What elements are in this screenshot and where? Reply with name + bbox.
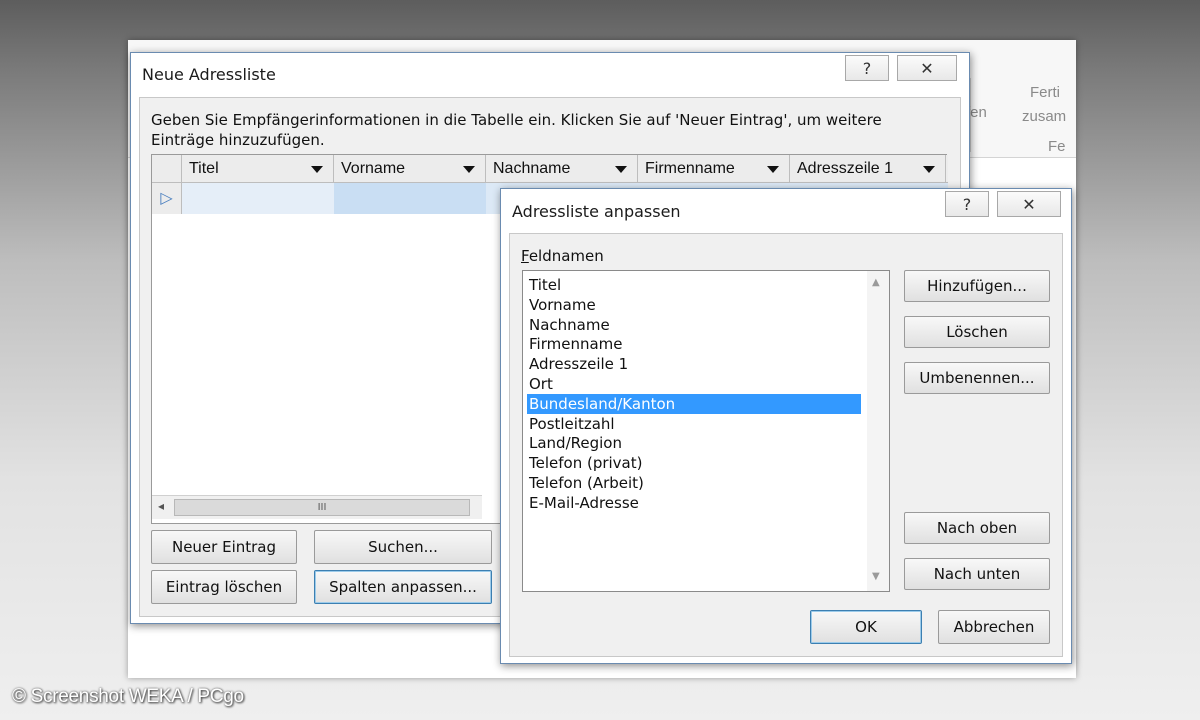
list-item[interactable]: Ort: [527, 374, 861, 394]
field-names-list[interactable]: Titel Vorname Nachname Firmenname Adresszeil…: [522, 270, 890, 592]
ribbon-fragment: zusam: [1022, 108, 1067, 125]
column-label: Titel: [189, 160, 219, 177]
list-item[interactable]: Land/Region: [527, 433, 861, 453]
column-label: Vorname: [341, 160, 406, 177]
dropdown-arrow-icon[interactable]: [311, 166, 323, 173]
add-field-button[interactable]: Hinzufügen...: [904, 270, 1050, 302]
column-header-titel[interactable]: Titel: [182, 155, 334, 183]
row-header-corner: [152, 155, 182, 183]
column-label: Firmenname: [645, 160, 735, 177]
list-item[interactable]: Nachname: [527, 315, 861, 335]
row-marker-icon[interactable]: ▷: [152, 183, 182, 214]
dropdown-arrow-icon[interactable]: [463, 166, 475, 173]
field-names-label: Feldnamen: [521, 247, 604, 265]
column-label: Nachname: [493, 160, 571, 177]
list-item[interactable]: Vorname: [527, 295, 861, 315]
column-header-adresszeile[interactable]: Adresszeile 1: [790, 155, 946, 183]
search-button[interactable]: Suchen...: [314, 530, 492, 564]
close-button[interactable]: ✕: [997, 191, 1061, 217]
ribbon-fragment: Ferti: [1030, 84, 1060, 101]
column-label: Adresszeile 1: [797, 160, 894, 177]
ribbon-fragment: Fe: [1048, 138, 1066, 155]
customize-columns-button[interactable]: Spalten anpassen...: [314, 570, 492, 604]
dialog-body: Feldnamen Titel Vorname Nachname Firmenname…: [509, 233, 1063, 657]
ok-button[interactable]: OK: [810, 610, 922, 644]
list-item[interactable]: Bundesland/Kanton: [527, 393, 861, 414]
column-header-vorname[interactable]: Vorname: [334, 155, 486, 183]
table-cell[interactable]: [334, 183, 486, 214]
scrollbar-thumb[interactable]: III: [174, 499, 470, 516]
move-up-button[interactable]: Nach oben: [904, 512, 1050, 544]
copyright-watermark: © Screenshot WEKA / PCgo: [12, 686, 244, 707]
column-header-firmenname[interactable]: Firmenname: [638, 155, 790, 183]
delete-entry-button[interactable]: Eintrag löschen: [151, 570, 297, 604]
list-item[interactable]: Postleitzahl: [527, 414, 861, 434]
close-button[interactable]: ✕: [897, 55, 957, 81]
customize-address-list-dialog: Adressliste anpassen ? ✕ Feldnamen Titel…: [500, 188, 1072, 664]
table-cell[interactable]: [182, 183, 334, 214]
new-entry-button[interactable]: Neuer Eintrag: [151, 530, 297, 564]
dropdown-arrow-icon[interactable]: [615, 166, 627, 173]
scroll-left-icon[interactable]: ◂: [158, 499, 164, 513]
dropdown-arrow-icon[interactable]: [923, 166, 935, 173]
dropdown-arrow-icon[interactable]: [767, 166, 779, 173]
move-down-button[interactable]: Nach unten: [904, 558, 1050, 590]
help-button[interactable]: ?: [945, 191, 989, 217]
column-header-nachname[interactable]: Nachname: [486, 155, 638, 183]
instruction-text: Geben Sie Empfängerinformationen in die …: [151, 111, 882, 149]
dialog-title: Adressliste anpassen: [512, 202, 681, 221]
horizontal-scrollbar[interactable]: ◂ III: [152, 495, 482, 519]
list-item[interactable]: Firmenname: [527, 334, 861, 354]
list-item[interactable]: Telefon (Arbeit): [527, 473, 861, 493]
list-item[interactable]: Titel: [527, 275, 861, 295]
help-button[interactable]: ?: [845, 55, 889, 81]
list-item[interactable]: Adresszeile 1: [527, 354, 861, 374]
rename-field-button[interactable]: Umbenennen...: [904, 362, 1050, 394]
table-header: Titel Vorname Nachname Firmenname Adress…: [152, 155, 948, 183]
dialog-title: Neue Adressliste: [142, 65, 276, 84]
vertical-scrollbar[interactable]: ▲ ▼: [867, 271, 889, 591]
list-item[interactable]: Telefon (privat): [527, 453, 861, 473]
scroll-down-icon[interactable]: ▼: [872, 571, 880, 582]
cancel-button[interactable]: Abbrechen: [938, 610, 1050, 644]
delete-field-button[interactable]: Löschen: [904, 316, 1050, 348]
scroll-up-icon[interactable]: ▲: [872, 277, 880, 288]
list-item[interactable]: E-Mail-Adresse: [527, 493, 861, 513]
